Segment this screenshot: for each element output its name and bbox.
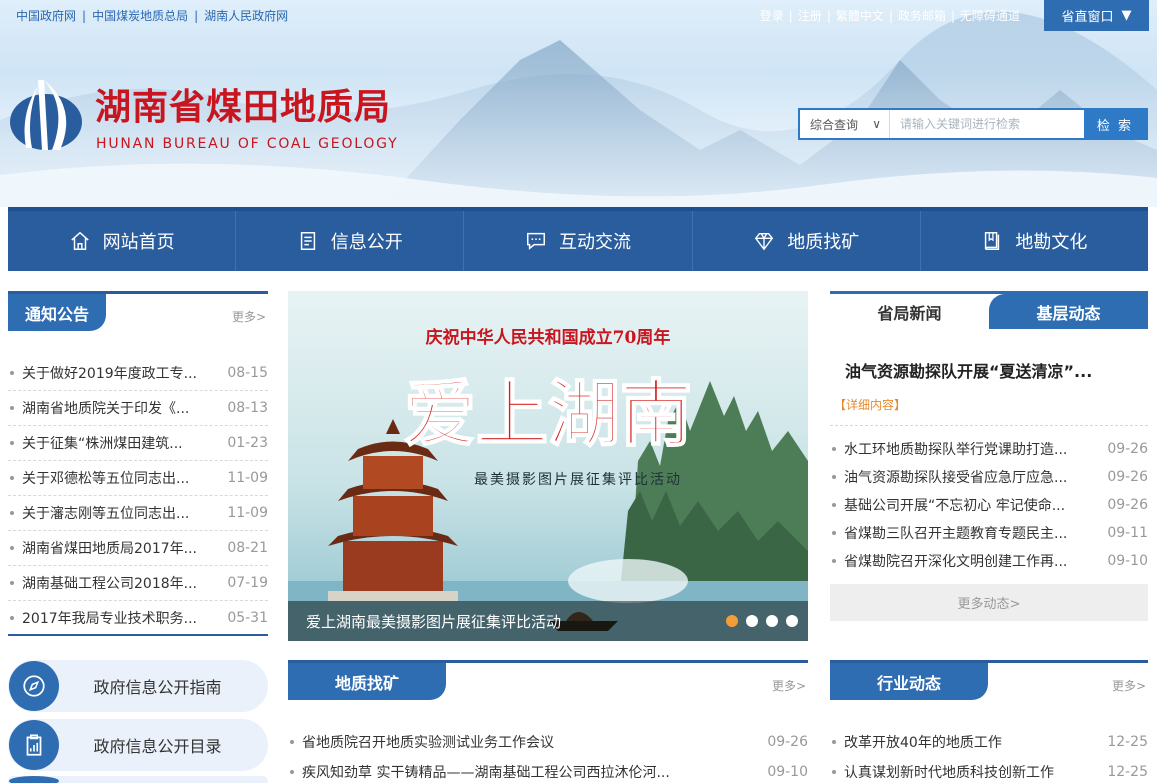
nav-item-label: 地勘文化 [1015, 232, 1088, 253]
industry-list: 改革开放40年的地质工作 12-25 认真谋划新时代地质科技创新工作 12-25 [830, 727, 1148, 783]
chevron-down-icon: ∨ [872, 117, 881, 131]
chat-icon [527, 232, 545, 250]
list-item[interactable]: 疾风知劲草 实干铸精品——湖南基础工程公司西拉沐伦河... 09-10 [288, 757, 808, 783]
bureau-logo[interactable] [8, 78, 84, 152]
compass-icon [23, 675, 45, 697]
list-item[interactable]: 水工环地质勘探队举行党课助打造... 09-26 [830, 435, 1148, 463]
clipboard-icon [26, 734, 42, 756]
nav-item-label: 信息公开 [330, 232, 403, 253]
divider [830, 425, 1148, 426]
link-gov-cn[interactable]: 中国政府网 [16, 9, 76, 23]
search-scope-select[interactable]: 综合查询 ∨ [800, 110, 890, 138]
list-item[interactable]: 湖南省煤田地质局2017年... 08-21 [8, 531, 268, 566]
nav-item-label: 互动交流 [559, 232, 631, 253]
link-hunan-gov[interactable]: 湖南人民政府网 [204, 9, 288, 23]
gov-info-catalog-button[interactable]: 政府信息公开目录 [8, 719, 268, 771]
industry-more-link[interactable]: 更多> [1112, 677, 1146, 694]
search-scope-value: 综合查询 [810, 117, 859, 132]
list-item[interactable]: 关于邓德松等五位同志出... 11-09 [8, 461, 268, 496]
nav-item-label: 网站首页 [102, 232, 175, 253]
list-item[interactable]: 省地质院召开地质实验测试业务工作会议 09-26 [288, 727, 808, 757]
nav-item-label: 地质找矿 [787, 232, 860, 253]
industry-section-header: 行业动态 更多> [830, 660, 1148, 700]
top-links: 中国政府网 | 中国煤炭地质总局 | 湖南人民政府网 [16, 9, 289, 23]
notice-section-header: 通知公告 更多> [8, 291, 268, 331]
geology-title: 地质找矿 [288, 663, 446, 700]
list-item[interactable]: 关于征集“株洲煤田建筑... 01-23 [8, 426, 268, 461]
slider-dots [726, 615, 798, 627]
site-name-en: HUNAN BUREAU OF COAL GEOLOGY [96, 136, 399, 152]
slider-dot[interactable] [726, 615, 738, 627]
geology-list: 省地质院召开地质实验测试业务工作会议 09-26 疾风知劲草 实干铸精品——湖南基… [288, 727, 808, 783]
list-item[interactable]: 关于做好2019年度政工专... 08-15 [8, 356, 268, 391]
image-slider[interactable]: 庆祝中华人民共和国成立70周年 爱上湖南 最美摄影图片展征集评比活动 爱上湖南最… [288, 291, 808, 641]
notice-list: 关于做好2019年度政工专... 08-15 湖南省地质院关于印发《... 08-1… [8, 356, 268, 636]
home-icon [70, 231, 89, 250]
gov-button-partial[interactable] [8, 776, 268, 783]
list-item[interactable]: 油气资源勘探队接受省应急厅应急... 09-26 [830, 463, 1148, 491]
geology-section-header: 地质找矿 更多> [288, 660, 808, 700]
main-nav: 网站首页 信息公开 互动交流 地质找矿 地勘文化 [8, 207, 1148, 271]
slider-dot[interactable] [786, 615, 798, 627]
list-item[interactable]: 关于瀋志刚等五位同志出... 11-09 [8, 496, 268, 531]
nav-item-info-disclosure[interactable]: 信息公开 [236, 211, 465, 271]
nav-item-culture[interactable]: 地勘文化 [921, 211, 1148, 271]
traditional-chinese-link[interactable]: 繁體中文 [836, 9, 884, 23]
notice-title: 通知公告 [8, 294, 106, 331]
accessibility-link[interactable]: 无障碍通道 [960, 9, 1020, 23]
login-link[interactable]: 登录 [760, 9, 784, 23]
diamond-icon [755, 232, 774, 251]
news-detail-link[interactable]: 【详细内容】 [834, 396, 906, 413]
list-item[interactable]: 基础公司开展“不忘初心 牢记使命... 09-26 [830, 491, 1148, 519]
list-item[interactable]: 改革开放40年的地质工作 12-25 [830, 727, 1148, 757]
list-item[interactable]: 湖南省地质院关于印发《... 08-13 [8, 391, 268, 426]
gov-info-guide-button[interactable]: 政府信息公开指南 [8, 660, 268, 712]
triangle-down-icon: ▼ [1121, 8, 1132, 23]
header-banner: 中国政府网 | 中国煤炭地质总局 | 湖南人民政府网 登录 | 注册 | 繁體中文 | 政务邮箱 | 无… [0, 0, 1157, 207]
tab-bureau-news[interactable]: 省局新闻 [830, 294, 989, 329]
news-list: 水工环地质勘探队举行党课助打造... 09-26 油气资源勘探队接受省应急厅应急.… [830, 435, 1148, 575]
nav-item-home[interactable]: 网站首页 [8, 211, 237, 271]
nav-item-geology[interactable]: 地质找矿 [693, 211, 921, 271]
slide-banner-top: 庆祝中华人民共和国成立70周年 [426, 327, 671, 348]
slider-dot[interactable] [766, 615, 778, 627]
gov-info-guide-label: 政府信息公开指南 [93, 678, 222, 697]
list-item[interactable]: 省煤勘院召开深化文明创建工作再... 09-10 [830, 547, 1148, 575]
tab-grassroots-news[interactable]: 基层动态 [989, 294, 1148, 329]
slide-banner-sub: 最美摄影图片展征集评比活动 [474, 471, 682, 488]
search-input[interactable] [890, 110, 1084, 138]
industry-title: 行业动态 [830, 663, 988, 700]
link-coal-geology-bureau[interactable]: 中国煤炭地质总局 [92, 9, 188, 23]
gov-info-catalog-label: 政府信息公开目录 [93, 737, 222, 756]
list-item[interactable]: 2017年我局专业技术职务... 05-31 [8, 601, 268, 636]
user-links: 登录 | 注册 | 繁體中文 | 政务邮箱 | 无障碍通道 [759, 9, 1020, 23]
register-link[interactable]: 注册 [798, 9, 822, 23]
list-item[interactable]: 认真谋划新时代地质科技创新工作 12-25 [830, 757, 1148, 783]
slider-dot[interactable] [746, 615, 758, 627]
document-icon [300, 232, 315, 250]
list-item[interactable]: 省煤勘三队召开主题教育专题民主... 09-11 [830, 519, 1148, 547]
news-tabs: 省局新闻 基层动态 [830, 291, 1148, 329]
notice-more-link[interactable]: 更多> [232, 308, 266, 325]
list-item[interactable]: 湖南基础工程公司2018年... 07-19 [8, 566, 268, 601]
news-headline[interactable]: 油气资源勘探队开展“夏送清凉”... [845, 358, 1092, 382]
geology-more-link[interactable]: 更多> [772, 677, 806, 694]
book-icon [985, 232, 1000, 250]
more-news-button[interactable]: 更多动态> [830, 584, 1148, 621]
search-bar: 综合查询 ∨ 检 索 [798, 108, 1148, 140]
province-window-button[interactable]: 省直窗口 ▼ [1044, 0, 1149, 31]
province-window-label: 省直窗口 [1061, 10, 1114, 25]
search-button[interactable]: 检 索 [1084, 110, 1146, 138]
slide-banner-main: 爱上湖南 [404, 371, 692, 456]
site-name: 湖南省煤田地质局 [95, 87, 392, 128]
nav-item-interaction[interactable]: 互动交流 [464, 211, 693, 271]
gov-mail-link[interactable]: 政务邮箱 [898, 9, 946, 23]
slide-image: 庆祝中华人民共和国成立70周年 爱上湖南 最美摄影图片展征集评比活动 [288, 291, 808, 641]
